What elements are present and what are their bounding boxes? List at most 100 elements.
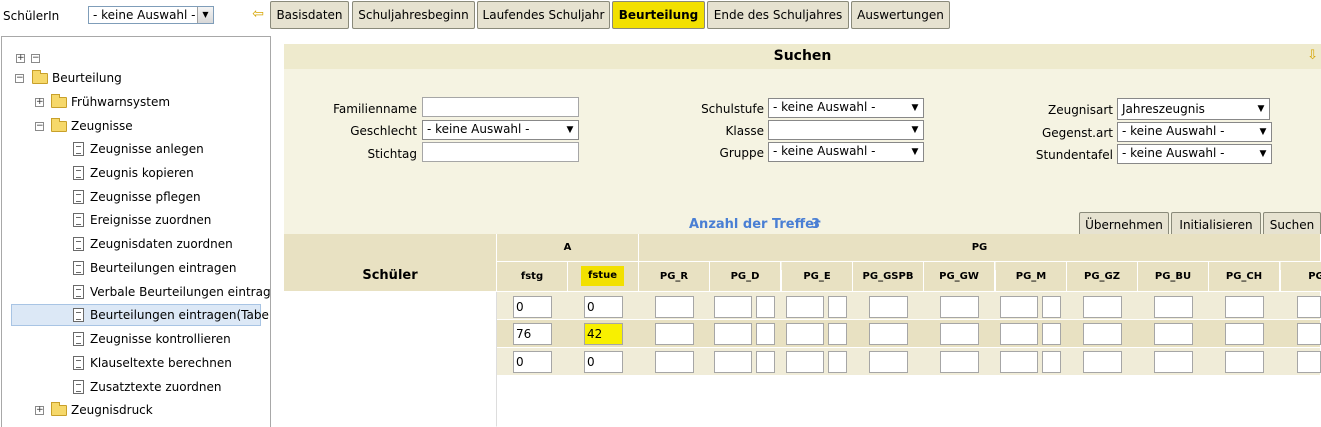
pg-input[interactable] bbox=[714, 323, 752, 345]
student-select[interactable]: - keine Auswahl - ▼ bbox=[88, 6, 214, 24]
col-header-pg-gz: PG_GZ bbox=[1067, 262, 1138, 292]
pg-input[interactable] bbox=[1297, 296, 1321, 318]
pg-input[interactable] bbox=[940, 351, 979, 373]
pg-input[interactable] bbox=[1000, 296, 1038, 318]
tree-item-zeugnisdaten-zuordnen[interactable]: Zeugnisdaten zuordnen bbox=[2, 234, 270, 254]
pg-input[interactable] bbox=[940, 296, 979, 318]
pg-input[interactable] bbox=[1042, 351, 1061, 373]
pg-input[interactable] bbox=[828, 323, 847, 345]
tree-item-zeugnisdruck[interactable]: + Zeugnisdruck bbox=[2, 400, 270, 420]
chevron-down-icon[interactable]: ▼ bbox=[907, 121, 923, 139]
fstue-input-row1[interactable]: 0 bbox=[584, 296, 623, 318]
arrow-left-icon[interactable]: ⇦ bbox=[250, 6, 266, 22]
pg-input[interactable] bbox=[869, 323, 908, 345]
chevron-down-icon[interactable]: ▼ bbox=[197, 7, 213, 23]
geschlecht-select[interactable]: - keine Auswahl - ▼ bbox=[422, 120, 579, 140]
pg-input[interactable] bbox=[786, 351, 824, 373]
collapse-icon[interactable]: − bbox=[35, 122, 44, 131]
pg-input[interactable] bbox=[756, 351, 775, 373]
tree-item-beurteilung[interactable]: − Beurteilung bbox=[2, 68, 270, 88]
fstg-input-row3[interactable]: 0 bbox=[513, 351, 552, 373]
pg-input[interactable] bbox=[1000, 351, 1038, 373]
tab-basisdaten[interactable]: Basisdaten bbox=[270, 1, 349, 29]
pg-input[interactable] bbox=[1083, 323, 1122, 345]
chevron-down-icon[interactable]: ▼ bbox=[907, 99, 923, 117]
chevron-down-icon[interactable]: ▼ bbox=[562, 121, 578, 139]
pg-input[interactable] bbox=[1297, 323, 1321, 345]
pg-input[interactable] bbox=[1225, 323, 1264, 345]
tree-item-ereignisse-zuordnen[interactable]: Ereignisse zuordnen bbox=[2, 210, 270, 230]
tree-item-fruehwarnsystem[interactable]: + Frühwarnsystem bbox=[2, 92, 270, 112]
group-pg-header: PG bbox=[639, 234, 1321, 262]
chevron-down-icon[interactable]: ▼ bbox=[907, 143, 923, 161]
tab-schuljahresbeginn[interactable]: Schuljahresbeginn bbox=[352, 1, 475, 29]
pg-input[interactable] bbox=[714, 296, 752, 318]
fstue-input-row3[interactable]: 0 bbox=[584, 351, 623, 373]
chevron-down-icon[interactable]: ▼ bbox=[1255, 123, 1271, 141]
tree-item-zeugnisse-anlegen[interactable]: Zeugnisse anlegen bbox=[2, 139, 270, 159]
fstue-input-row2[interactable]: 42 bbox=[584, 323, 623, 345]
tree-item-verbale-beurteilungen[interactable]: Verbale Beurteilungen eintragen bbox=[2, 282, 270, 302]
chevron-down-icon[interactable]: ▼ bbox=[1255, 145, 1271, 163]
tree-item-beurteilungen-eintragen[interactable]: Beurteilungen eintragen bbox=[2, 258, 270, 278]
pg-input[interactable] bbox=[714, 351, 752, 373]
schulstufe-select[interactable]: - keine Auswahl - ▼ bbox=[768, 98, 924, 118]
pg-input[interactable] bbox=[1154, 296, 1193, 318]
pg-input[interactable] bbox=[1042, 296, 1061, 318]
pg-input[interactable] bbox=[1225, 296, 1264, 318]
pg-input[interactable] bbox=[655, 351, 694, 373]
student-select-value: - keine Auswahl - bbox=[93, 8, 196, 22]
pg-input[interactable] bbox=[1000, 323, 1038, 345]
pg-input[interactable] bbox=[940, 323, 979, 345]
klasse-select[interactable]: ▼ bbox=[768, 120, 924, 140]
pg-input[interactable] bbox=[756, 296, 775, 318]
pg-input[interactable] bbox=[828, 296, 847, 318]
expand-icon[interactable]: + bbox=[35, 406, 44, 415]
fstg-input-row1[interactable]: 0 bbox=[513, 296, 552, 318]
stichtag-input[interactable] bbox=[422, 142, 579, 162]
pg-input[interactable] bbox=[786, 296, 824, 318]
collapse-icon[interactable]: − bbox=[15, 74, 24, 83]
fstg-input-row2[interactable]: 76 bbox=[513, 323, 552, 345]
tab-auswertungen[interactable]: Auswertungen bbox=[851, 1, 950, 29]
pg-input[interactable] bbox=[1154, 323, 1193, 345]
pg-input[interactable] bbox=[828, 351, 847, 373]
pg-input[interactable] bbox=[1154, 351, 1193, 373]
gruppe-select[interactable]: - keine Auswahl - ▼ bbox=[768, 142, 924, 162]
student-header: Schüler bbox=[362, 268, 418, 283]
stundentafel-select[interactable]: - keine Auswahl - ▼ bbox=[1117, 144, 1272, 164]
tab-laufendes-schuljahr[interactable]: Laufendes Schuljahr bbox=[477, 1, 610, 29]
pg-input[interactable] bbox=[1083, 351, 1122, 373]
tab-label: Laufendes Schuljahr bbox=[482, 8, 605, 22]
pg-input[interactable] bbox=[1042, 323, 1061, 345]
tab-beurteilung[interactable]: Beurteilung bbox=[612, 1, 705, 29]
tree-item-label: Zusatztexte zuordnen bbox=[90, 380, 222, 394]
gegenstart-select[interactable]: - keine Auswahl - ▼ bbox=[1117, 122, 1272, 142]
chevron-down-icon[interactable]: ▼ bbox=[1253, 99, 1269, 119]
tree-item-zusatztexte-zuordnen[interactable]: Zusatztexte zuordnen bbox=[2, 377, 270, 397]
pg-input[interactable] bbox=[1297, 351, 1321, 373]
pg-input[interactable] bbox=[655, 296, 694, 318]
zeugnisart-select[interactable]: Jahreszeugnis ▼ bbox=[1117, 98, 1270, 120]
pg-input[interactable] bbox=[786, 323, 824, 345]
expand-icon[interactable]: + bbox=[35, 98, 44, 107]
tree-item-zeugnisse-pflegen[interactable]: Zeugnisse pflegen bbox=[2, 187, 270, 207]
pg-input[interactable] bbox=[655, 323, 694, 345]
collapse-all-icon[interactable]: − bbox=[31, 54, 40, 63]
familienname-input[interactable] bbox=[422, 97, 579, 117]
tree-item-klauseltexte-berechnen[interactable]: Klauseltexte berechnen bbox=[2, 353, 270, 373]
tree-item-beurteilungen-tabelle[interactable]: Beurteilungen eintragen(Tabelle) bbox=[2, 305, 270, 325]
arrow-down-icon[interactable]: ⇩ bbox=[1307, 47, 1318, 65]
expand-all-icon[interactable]: + bbox=[16, 54, 25, 63]
pg-input[interactable] bbox=[756, 323, 775, 345]
pg-input[interactable] bbox=[1225, 351, 1264, 373]
stundentafel-label: Stundentafel bbox=[1035, 148, 1113, 162]
pg-input[interactable] bbox=[1083, 296, 1122, 318]
tree-item-zeugnisse[interactable]: − Zeugnisse bbox=[2, 116, 270, 136]
tree-item-zeugnis-kopieren[interactable]: Zeugnis kopieren bbox=[2, 163, 270, 183]
pg-input[interactable] bbox=[869, 296, 908, 318]
tree-item-label: Frühwarnsystem bbox=[71, 95, 171, 109]
tree-item-zeugnisse-kontrollieren[interactable]: Zeugnisse kontrollieren bbox=[2, 329, 270, 349]
pg-input[interactable] bbox=[869, 351, 908, 373]
tab-ende-des-schuljahres[interactable]: Ende des Schuljahres bbox=[707, 1, 849, 29]
